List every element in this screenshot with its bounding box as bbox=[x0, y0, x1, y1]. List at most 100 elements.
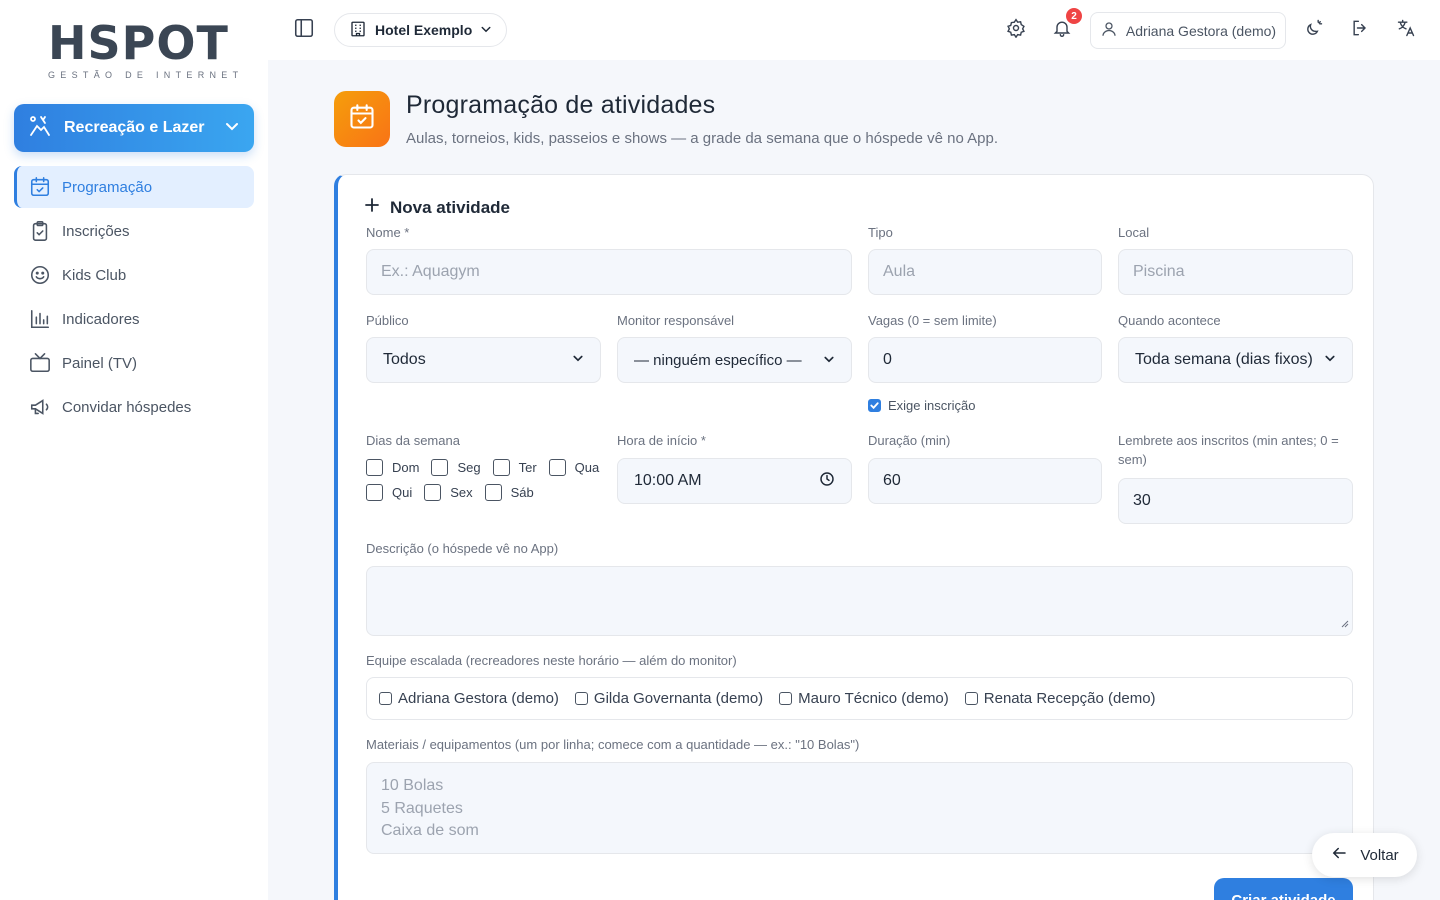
slots-input[interactable]: 0 bbox=[868, 337, 1102, 383]
clock-icon bbox=[819, 471, 835, 492]
resize-handle-icon bbox=[1341, 615, 1349, 633]
duration-input[interactable]: 60 bbox=[868, 458, 1102, 504]
sidebar-item-convidar[interactable]: Convidar hóspedes bbox=[14, 386, 254, 428]
create-activity-button[interactable]: Criar atividade bbox=[1214, 878, 1353, 900]
hotel-name: Hotel Exemplo bbox=[375, 22, 473, 38]
brand-logo[interactable]: HSPOT GESTÃO DE INTERNET bbox=[48, 16, 244, 84]
new-activity-card: Nova atividade Nome * Ex.: Aquagym Tipo … bbox=[334, 174, 1374, 900]
theme-toggle-button[interactable] bbox=[1302, 18, 1326, 42]
sidebar-item-inscricoes[interactable]: Inscrições bbox=[14, 210, 254, 252]
clipboard-check-icon bbox=[28, 219, 52, 243]
module-label: Recreação e Lazer bbox=[64, 119, 205, 136]
materials-label: Materiais / equipamentos (um por linha; … bbox=[366, 737, 860, 752]
sidebar-item-indicadores[interactable]: Indicadores bbox=[14, 298, 254, 340]
materials-textarea[interactable]: 10 Bolas 5 Raquetes Caixa de som bbox=[366, 762, 1353, 854]
monitor-select[interactable]: — ninguém específico — bbox=[617, 337, 852, 383]
card-title-text: Nova atividade bbox=[390, 197, 510, 217]
chevron-down-icon bbox=[224, 118, 240, 139]
hotel-selector[interactable]: Hotel Exemplo bbox=[334, 13, 508, 47]
checkbox-checked-icon bbox=[868, 399, 881, 412]
start-time-label: Hora de início * bbox=[617, 433, 706, 448]
place-input[interactable]: Piscina bbox=[1118, 249, 1353, 295]
slots-label: Vagas (0 = sem limite) bbox=[868, 313, 997, 328]
sidebar-toggle-icon bbox=[293, 17, 315, 44]
day-checkbox-qui[interactable]: Qui bbox=[366, 484, 412, 501]
sidebar-item-kids-club[interactable]: Kids Club bbox=[14, 254, 254, 296]
monitor-value: — ninguém específico — bbox=[634, 351, 802, 369]
days-label: Dias da semana bbox=[366, 433, 460, 448]
beach-icon bbox=[28, 114, 52, 143]
theme-icon bbox=[1304, 18, 1324, 43]
smile-icon bbox=[28, 263, 52, 287]
day-checkbox-qua[interactable]: Qua bbox=[548, 459, 599, 476]
sidebar-toggle-button[interactable] bbox=[292, 18, 316, 42]
page-title: Programação de atividades bbox=[406, 91, 716, 119]
arrow-left-icon bbox=[1330, 844, 1348, 866]
user-menu[interactable]: Adriana Gestora (demo) bbox=[1090, 12, 1286, 49]
team-member-checkbox[interactable]: Mauro Técnico (demo) bbox=[779, 690, 949, 707]
bar-chart-icon bbox=[28, 307, 52, 331]
days-group: Dom Seg Ter Qua Qui Sex Sáb bbox=[366, 459, 606, 509]
notifications-button[interactable]: 2 bbox=[1050, 8, 1082, 42]
logo-tagline: GESTÃO DE INTERNET bbox=[48, 70, 244, 80]
sidebar-item-label: Indicadores bbox=[62, 310, 140, 328]
back-button[interactable]: Voltar bbox=[1312, 833, 1417, 877]
place-label: Local bbox=[1118, 225, 1150, 240]
description-textarea[interactable] bbox=[366, 566, 1353, 636]
language-button[interactable] bbox=[1394, 18, 1418, 42]
calendar-check-icon bbox=[28, 175, 52, 199]
materials-placeholder-line: Caixa de som bbox=[381, 822, 479, 839]
gear-icon bbox=[1006, 17, 1026, 43]
chevron-down-icon bbox=[572, 351, 584, 369]
day-checkbox-seg[interactable]: Seg bbox=[431, 459, 481, 476]
type-label: Tipo bbox=[868, 225, 893, 240]
logout-icon bbox=[1350, 18, 1370, 43]
calendar-check-icon bbox=[348, 103, 376, 136]
topbar: Hotel Exemplo 2 Adriana Gestora (demo) bbox=[268, 0, 1440, 60]
user-name: Adriana Gestora (demo) bbox=[1125, 22, 1277, 39]
notifications-badge: 2 bbox=[1066, 8, 1082, 24]
logout-button[interactable] bbox=[1348, 18, 1372, 42]
tv-icon bbox=[28, 351, 52, 375]
sidebar-item-painel-tv[interactable]: Painel (TV) bbox=[14, 342, 254, 384]
when-select[interactable]: Toda semana (dias fixos) bbox=[1118, 337, 1353, 383]
name-input[interactable]: Ex.: Aquagym bbox=[366, 249, 852, 295]
building-icon bbox=[349, 20, 367, 41]
plus-icon bbox=[364, 197, 380, 218]
page-icon bbox=[334, 91, 390, 147]
materials-placeholder-line: 5 Raquetes bbox=[381, 799, 463, 817]
team-member-checkbox[interactable]: Adriana Gestora (demo) bbox=[379, 690, 559, 707]
sidebar-item-label: Convidar hóspedes bbox=[62, 398, 192, 416]
audience-label: Público bbox=[366, 313, 409, 328]
materials-placeholder-line: 10 Bolas bbox=[381, 777, 444, 794]
team-group: Adriana Gestora (demo) Gilda Governanta … bbox=[366, 677, 1353, 720]
sidebar-item-label: Inscrições bbox=[62, 222, 130, 240]
reminder-input[interactable]: 30 bbox=[1118, 478, 1353, 524]
day-checkbox-sab[interactable]: Sáb bbox=[484, 484, 534, 501]
name-label: Nome * bbox=[366, 225, 410, 240]
logo-wordmark: HSPOT bbox=[48, 16, 229, 70]
reminder-label: Lembrete aos inscritos (min antes; 0 = s… bbox=[1118, 433, 1339, 467]
page-subtitle: Aulas, torneios, kids, passeios e shows … bbox=[406, 130, 999, 147]
day-checkbox-sex[interactable]: Sex bbox=[424, 484, 473, 501]
audience-value: Todos bbox=[383, 351, 426, 368]
megaphone-icon bbox=[28, 395, 52, 419]
type-input[interactable]: Aula bbox=[868, 249, 1102, 295]
description-label: Descrição (o hóspede vê no App) bbox=[366, 541, 559, 556]
monitor-label: Monitor responsável bbox=[617, 313, 735, 328]
sidebar-item-label: Painel (TV) bbox=[62, 354, 138, 372]
settings-button[interactable] bbox=[1004, 17, 1028, 43]
team-member-checkbox[interactable]: Gilda Governanta (demo) bbox=[574, 690, 763, 707]
sidebar-item-label: Kids Club bbox=[62, 266, 127, 284]
module-selector[interactable]: Recreação e Lazer bbox=[14, 104, 254, 152]
day-checkbox-dom[interactable]: Dom bbox=[366, 459, 419, 476]
start-time-input[interactable]: 10:00 AM bbox=[617, 458, 852, 504]
requires-signup-label: Exige inscrição bbox=[888, 398, 976, 413]
start-time-value: 10:00 AM bbox=[634, 472, 702, 489]
audience-select[interactable]: Todos bbox=[366, 337, 601, 383]
team-member-checkbox[interactable]: Renata Recepção (demo) bbox=[964, 690, 1156, 707]
translate-icon bbox=[1396, 18, 1416, 43]
day-checkbox-ter[interactable]: Ter bbox=[492, 459, 537, 476]
sidebar-item-programacao[interactable]: Programação bbox=[14, 166, 254, 208]
requires-signup-checkbox[interactable]: Exige inscrição bbox=[868, 398, 975, 413]
